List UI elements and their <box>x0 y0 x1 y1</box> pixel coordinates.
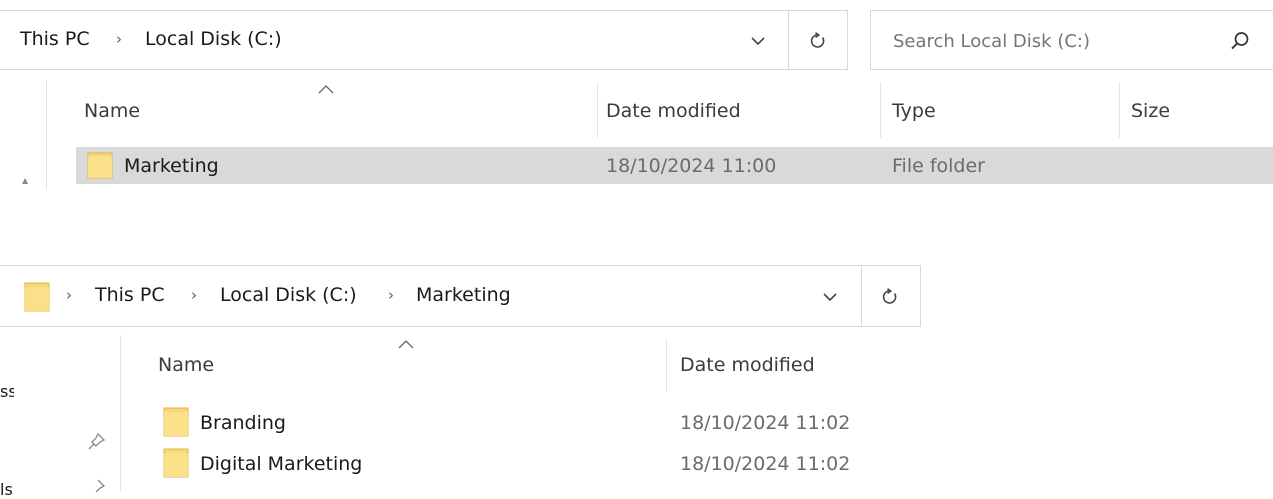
column-header-name[interactable]: Name <box>84 100 140 122</box>
explorer-panel-bottom: › This PC › Local Disk (C:) › Marketing … <box>0 260 1273 499</box>
file-date-modified: 18/10/2024 11:02 <box>680 412 851 434</box>
file-name: Branding <box>200 412 286 434</box>
breadcrumb-local-disk[interactable]: Local Disk (C:) <box>220 284 357 306</box>
chevron-down-icon <box>823 292 837 301</box>
refresh-icon <box>882 288 897 304</box>
column-header-size[interactable]: Size <box>1131 100 1170 122</box>
list-item[interactable]: Digital Marketing 18/10/2024 11:02 <box>150 444 1050 482</box>
search-input[interactable] <box>891 25 1215 57</box>
address-history-dropdown[interactable] <box>802 277 858 317</box>
search-icon <box>1231 32 1249 50</box>
column-header-date-modified[interactable]: Date modified <box>680 354 815 376</box>
column-header-name[interactable]: Name <box>158 354 214 376</box>
file-name: Digital Marketing <box>200 453 363 475</box>
address-history-dropdown[interactable] <box>730 21 786 61</box>
breadcrumb-separator-icon[interactable]: › <box>191 286 197 304</box>
pin-icon[interactable] <box>88 478 106 492</box>
address-bar[interactable]: › This PC › Local Disk (C:) › Marketing <box>0 265 921 327</box>
chevron-down-icon <box>751 36 765 45</box>
breadcrumb-separator-icon[interactable]: › <box>116 30 122 48</box>
folder-icon <box>24 282 50 312</box>
nav-pane-item-fragment[interactable]: ls <box>0 480 14 499</box>
folder-icon <box>87 152 113 179</box>
file-date-modified: 18/10/2024 11:00 <box>606 155 777 177</box>
sort-ascending-icon <box>318 85 334 94</box>
file-date-modified: 18/10/2024 11:02 <box>680 453 851 475</box>
breadcrumb-separator-icon[interactable]: › <box>66 286 72 304</box>
list-item[interactable]: Marketing 18/10/2024 11:00 File folder <box>76 147 1273 184</box>
column-header-type[interactable]: Type <box>892 100 936 122</box>
file-type: File folder <box>892 155 985 177</box>
pin-icon[interactable] <box>88 432 106 450</box>
folder-icon <box>163 448 189 478</box>
refresh-button[interactable] <box>862 277 918 317</box>
nav-scroll-up-icon[interactable]: ▲ <box>22 176 28 185</box>
breadcrumb-this-pc[interactable]: This PC <box>20 28 90 50</box>
list-item[interactable]: Branding 18/10/2024 11:02 <box>150 403 1050 441</box>
address-bar[interactable]: This PC › Local Disk (C:) <box>0 10 848 70</box>
breadcrumb-local-disk[interactable]: Local Disk (C:) <box>145 28 282 50</box>
sort-ascending-icon <box>398 340 414 349</box>
explorer-panel-top: This PC › Local Disk (C:) ▲ Name Date mo… <box>0 0 1273 190</box>
file-name: Marketing <box>124 155 219 177</box>
search-box[interactable] <box>870 10 1273 70</box>
nav-pane-item-fragment[interactable]: ss <box>0 382 14 401</box>
breadcrumb-this-pc[interactable]: This PC <box>95 284 165 306</box>
folder-icon <box>163 407 189 437</box>
refresh-icon <box>810 32 825 48</box>
breadcrumb-marketing[interactable]: Marketing <box>416 284 511 306</box>
breadcrumb-separator-icon[interactable]: › <box>388 286 394 304</box>
refresh-button[interactable] <box>790 21 846 61</box>
column-header-date-modified[interactable]: Date modified <box>606 100 741 122</box>
